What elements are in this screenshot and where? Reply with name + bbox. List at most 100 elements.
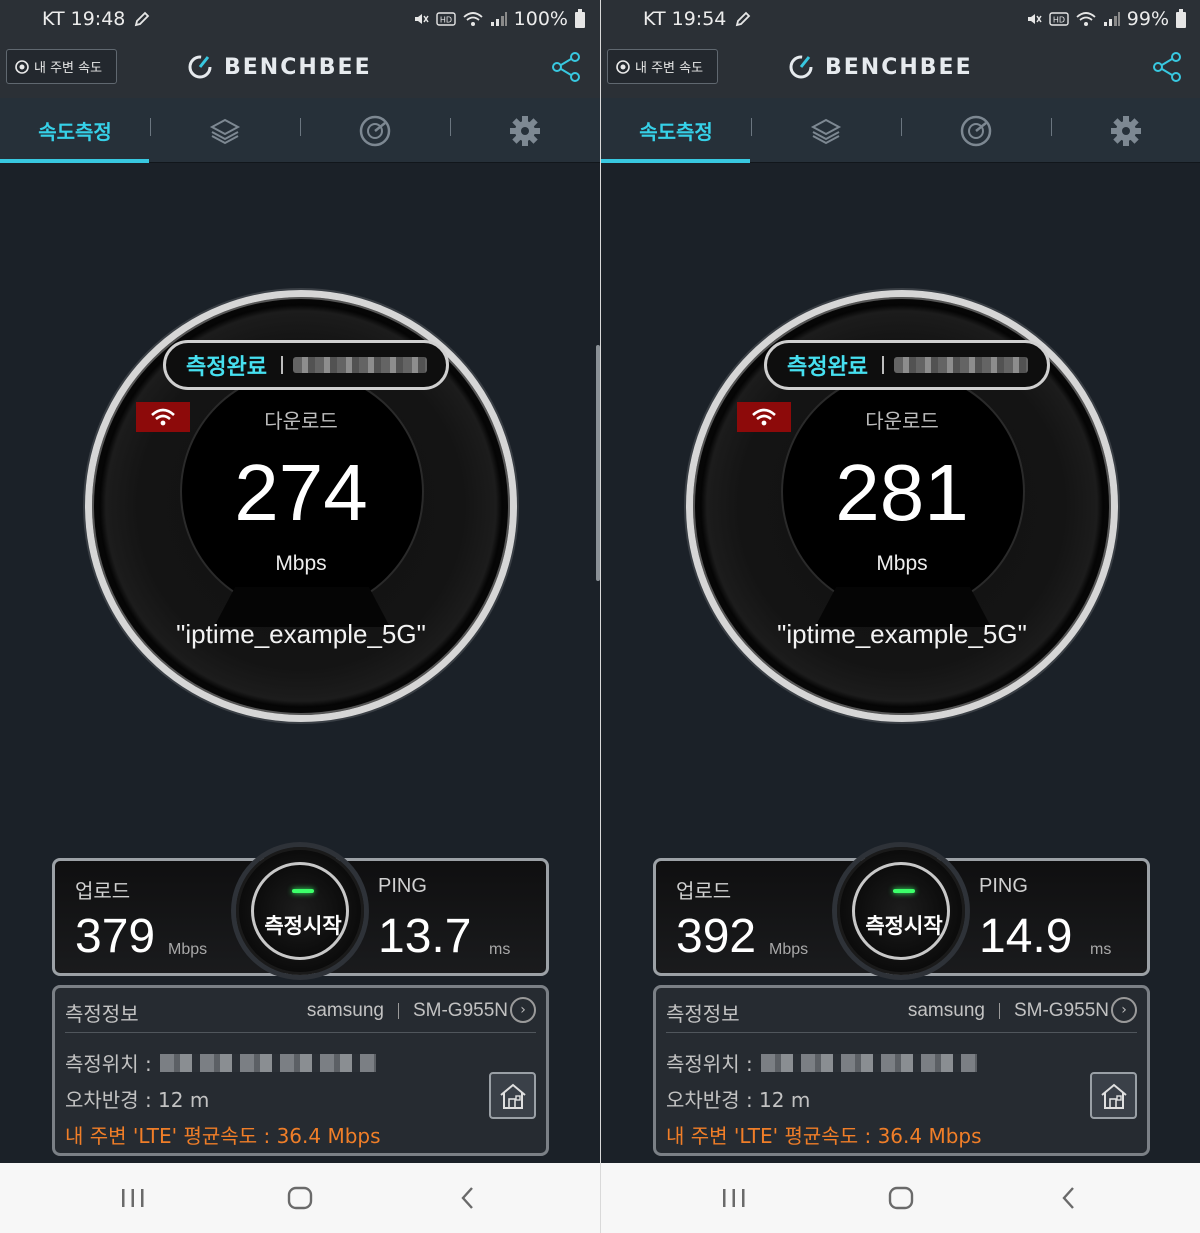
chevron-right-icon[interactable]: › bbox=[1111, 997, 1137, 1023]
recent-apps-icon[interactable] bbox=[714, 1183, 754, 1213]
gauge-icon bbox=[359, 115, 391, 146]
tab-settings[interactable] bbox=[450, 98, 600, 163]
blurred-location bbox=[159, 1053, 376, 1072]
start-measurement-button[interactable]: 측정시작 bbox=[236, 847, 364, 975]
status-carrier-time: KT 19:54 bbox=[643, 8, 727, 30]
tab-statistics[interactable] bbox=[300, 98, 450, 163]
status-bar: KT 19:54 HD 99% bbox=[601, 0, 1200, 38]
device-model: SM-G955N bbox=[412, 1000, 508, 1021]
start-led-indicator bbox=[893, 889, 915, 893]
blurred-location bbox=[760, 1053, 977, 1072]
status-bar: KT 19:48 HD 100% bbox=[0, 0, 600, 38]
nearby-speed-label: 내 주변 속도 bbox=[34, 61, 103, 76]
network-ssid: "iptime_example_5G" bbox=[777, 619, 1027, 649]
device-vendor: samsung bbox=[907, 1000, 985, 1021]
device-vendor: samsung bbox=[306, 1000, 384, 1021]
recent-apps-icon[interactable] bbox=[113, 1183, 153, 1213]
app-header: 내 주변 속도 BENCHBEE bbox=[601, 38, 1200, 98]
upload-label: 업로드 bbox=[676, 879, 732, 903]
pen-icon bbox=[734, 10, 752, 28]
download-speed-unit: Mbps bbox=[876, 552, 928, 575]
tab-speed-test-label: 속도측정 bbox=[639, 120, 713, 144]
measurement-status: 측정완료 bbox=[186, 355, 267, 380]
start-measurement-label: 측정시작 bbox=[865, 914, 943, 938]
svg-text:HD: HD bbox=[1053, 16, 1065, 25]
share-icon[interactable] bbox=[1151, 52, 1183, 82]
pill-separator bbox=[881, 356, 884, 374]
system-nav-bar bbox=[601, 1163, 1200, 1233]
benchbee-logo: BENCHBEE bbox=[787, 52, 973, 82]
signal-icon bbox=[1103, 11, 1121, 27]
home-location-icon[interactable] bbox=[1090, 1072, 1137, 1119]
nearby-speed-button[interactable]: 내 주변 속도 bbox=[6, 49, 117, 84]
nearby-average-speed: 내 주변 'LTE' 평균속도 : 36.4 Mbps bbox=[666, 1124, 982, 1148]
download-label: 다운로드 bbox=[264, 409, 338, 433]
start-button-ring: 측정시작 bbox=[251, 862, 349, 960]
wifi-status-icon bbox=[462, 10, 484, 28]
nearby-speed-button[interactable]: 내 주변 속도 bbox=[607, 49, 718, 84]
tab-layers[interactable] bbox=[150, 98, 300, 163]
mute-icon bbox=[1025, 10, 1043, 28]
tab-settings[interactable] bbox=[1051, 98, 1200, 163]
phone-screen-right: KT 19:54 HD 99% 내 주변 속도 BENCHBEE 속도측정 측정… bbox=[600, 0, 1200, 1233]
device-info: samsung SM-G955N bbox=[307, 1000, 508, 1022]
battery-percent: 99% bbox=[1126, 8, 1169, 30]
device-model: SM-G955N bbox=[1013, 1000, 1109, 1021]
hd-icon: HD bbox=[1049, 12, 1069, 26]
gear-icon bbox=[510, 115, 540, 146]
location-row: 측정위치 : bbox=[65, 1048, 376, 1077]
network-ssid: "iptime_example_5G" bbox=[176, 619, 426, 649]
speed-gauge: 측정완료 다운로드 274 Mbps "iptime_example_5G" bbox=[85, 290, 517, 722]
measurement-info-panel: 측정정보 samsung SM-G955N › 측정위치 : 오차반경 : 12… bbox=[653, 985, 1150, 1156]
share-icon[interactable] bbox=[550, 52, 582, 82]
chevron-right-icon[interactable]: › bbox=[510, 997, 536, 1023]
nearby-speed-label: 내 주변 속도 bbox=[635, 61, 704, 76]
device-separator bbox=[998, 1003, 1000, 1019]
start-led-indicator bbox=[292, 889, 314, 893]
layers-icon bbox=[810, 118, 842, 144]
battery-icon bbox=[574, 9, 586, 29]
home-icon[interactable] bbox=[881, 1183, 921, 1213]
ping-label: PING bbox=[979, 875, 1028, 897]
location-label: 측정위치 : bbox=[666, 1052, 753, 1076]
info-divider bbox=[666, 1032, 1137, 1033]
location-label: 측정위치 : bbox=[65, 1052, 152, 1076]
measurement-status: 측정완료 bbox=[787, 355, 868, 380]
download-speed-value: 281 bbox=[835, 448, 969, 537]
ping-label: PING bbox=[378, 875, 427, 897]
tab-speed-test[interactable]: 속도측정 bbox=[0, 98, 150, 163]
back-icon[interactable] bbox=[448, 1183, 488, 1213]
blurred-server-name bbox=[893, 357, 1028, 373]
ping-value: 14.9 bbox=[979, 910, 1073, 963]
hd-icon: HD bbox=[435, 12, 456, 26]
gauge-icon bbox=[960, 115, 992, 146]
mute-icon bbox=[412, 10, 430, 28]
tab-bar: 속도측정 bbox=[0, 98, 600, 163]
back-icon[interactable] bbox=[1049, 1183, 1089, 1213]
tab-statistics[interactable] bbox=[901, 98, 1051, 163]
home-icon[interactable] bbox=[280, 1183, 320, 1213]
info-title: 측정정보 bbox=[65, 1002, 139, 1026]
start-measurement-button[interactable]: 측정시작 bbox=[837, 847, 965, 975]
measurement-info-panel: 측정정보 samsung SM-G955N › 측정위치 : 오차반경 : 12… bbox=[52, 985, 549, 1156]
error-radius: 오차반경 : 12 m bbox=[65, 1088, 210, 1112]
home-location-icon[interactable] bbox=[489, 1072, 536, 1119]
upload-unit: Mbps bbox=[168, 941, 208, 958]
error-radius: 오차반경 : 12 m bbox=[666, 1088, 811, 1112]
pill-separator bbox=[280, 356, 283, 374]
tab-speed-test[interactable]: 속도측정 bbox=[601, 98, 751, 163]
ping-value: 13.7 bbox=[378, 910, 472, 963]
device-separator bbox=[397, 1003, 399, 1019]
location-row: 측정위치 : bbox=[666, 1048, 977, 1077]
speed-gauge: 측정완료 다운로드 281 Mbps "iptime_example_5G" bbox=[686, 290, 1118, 722]
info-title: 측정정보 bbox=[666, 1002, 740, 1026]
tab-speed-test-label: 속도측정 bbox=[38, 120, 112, 144]
battery-icon bbox=[1175, 9, 1187, 29]
tab-layers[interactable] bbox=[751, 98, 901, 163]
svg-text:HD: HD bbox=[440, 16, 452, 25]
upload-value: 392 bbox=[676, 910, 757, 963]
logo-text: BENCHBEE bbox=[224, 54, 372, 80]
benchbee-logo: BENCHBEE bbox=[186, 52, 372, 82]
ping-unit: ms bbox=[1090, 941, 1112, 958]
benchbee-logo-icon bbox=[789, 55, 813, 79]
